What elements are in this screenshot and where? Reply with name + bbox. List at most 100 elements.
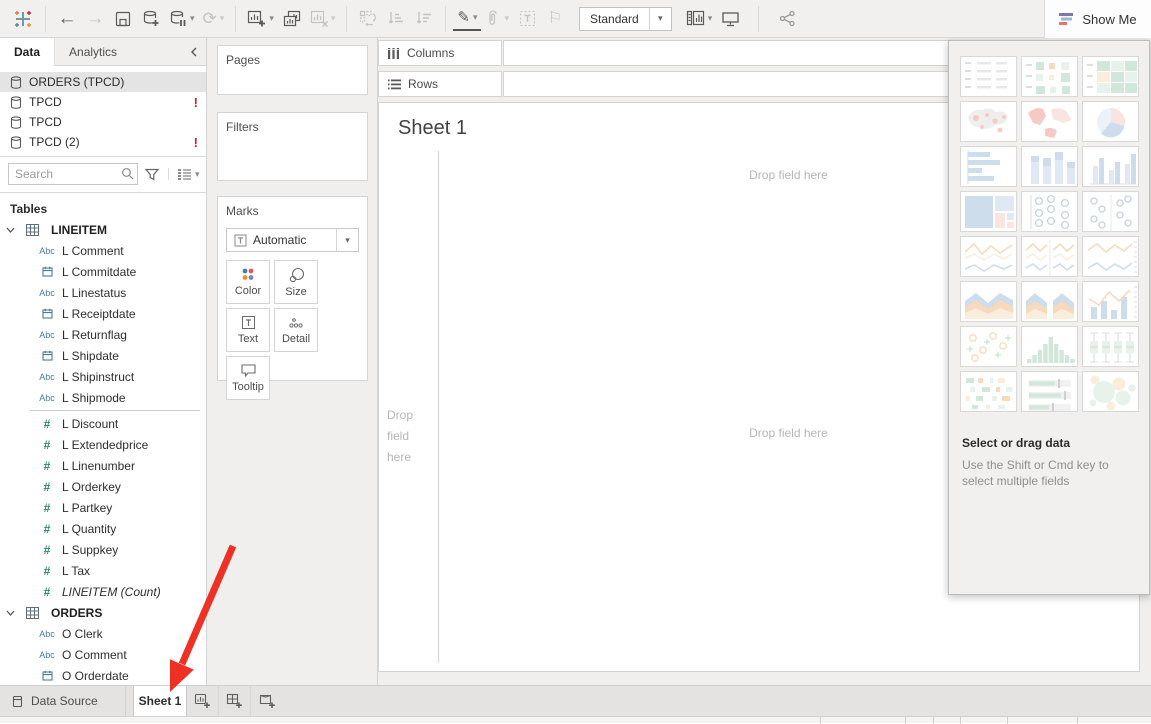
new-story-tab-button[interactable] bbox=[251, 686, 283, 716]
filters-card[interactable]: Filters bbox=[217, 112, 368, 181]
showme-heat-map-thumbnail[interactable] bbox=[1021, 56, 1078, 97]
showme-bullet-graph-thumbnail[interactable] bbox=[1021, 371, 1078, 412]
showme-horizontal-bars-thumbnail[interactable] bbox=[960, 146, 1017, 187]
showme-box-and-whisker-thumbnail[interactable] bbox=[1082, 326, 1139, 367]
field-item[interactable]: #L Tax bbox=[0, 560, 206, 581]
undo-button[interactable]: ← bbox=[53, 4, 81, 34]
size-mark-button[interactable]: Size bbox=[274, 260, 318, 304]
number-field-icon: # bbox=[44, 522, 51, 536]
drop-zone-rows[interactable]: Dropfieldhere bbox=[387, 405, 435, 468]
showme-highlight-table-thumbnail[interactable] bbox=[1082, 56, 1139, 97]
show-me-button[interactable]: Show Me bbox=[1044, 0, 1151, 38]
showme-area-discrete-thumbnail[interactable] bbox=[1021, 281, 1078, 322]
swap-rows-columns-button[interactable] bbox=[354, 4, 382, 34]
tooltip-mark-button[interactable]: Tooltip bbox=[226, 356, 270, 400]
clear-sheet-button[interactable]: ▾ bbox=[306, 4, 340, 34]
showme-area-continuous-thumbnail[interactable] bbox=[960, 281, 1017, 322]
tab-analytics[interactable]: Analytics bbox=[55, 38, 131, 65]
new-data-source-button[interactable] bbox=[137, 4, 165, 34]
marks-card: Marks Automatic ▾ ColorSizeTextDetailToo… bbox=[217, 196, 368, 381]
field-item[interactable]: AbcL Shipinstruct bbox=[0, 366, 206, 387]
sort-descending-button[interactable] bbox=[410, 4, 438, 34]
field-item[interactable]: #LINEITEM (Count) bbox=[0, 581, 206, 602]
showme-circle-views-thumbnail[interactable] bbox=[1021, 191, 1078, 232]
field-item[interactable]: AbcO Comment bbox=[0, 644, 206, 665]
field-item[interactable]: AbcL Linestatus bbox=[0, 282, 206, 303]
field-item[interactable]: AbcL Returnflag bbox=[0, 324, 206, 345]
pages-card[interactable]: Pages bbox=[217, 45, 368, 95]
marks-card-title: Marks bbox=[218, 197, 367, 218]
showme-dual-combination-thumbnail[interactable] bbox=[1082, 281, 1139, 322]
text-mark-button[interactable]: Text bbox=[226, 308, 270, 352]
detail-mark-button[interactable]: Detail bbox=[274, 308, 318, 352]
redo-button[interactable]: → bbox=[81, 4, 109, 34]
field-item[interactable]: AbcL Shipmode bbox=[0, 387, 206, 408]
presentation-mode-button[interactable] bbox=[716, 4, 744, 34]
view-options-icon[interactable]: ▾ bbox=[168, 168, 200, 180]
showme-side-by-side-bars-thumbnail[interactable] bbox=[1082, 146, 1139, 187]
showme-histogram-thumbnail[interactable] bbox=[1021, 326, 1078, 367]
new-worksheet-tab-button[interactable] bbox=[187, 686, 219, 716]
field-item[interactable]: L Shipdate bbox=[0, 345, 206, 366]
field-item[interactable]: #L Partkey bbox=[0, 497, 206, 518]
data-source-item[interactable]: ORDERS (TPCD) bbox=[0, 72, 206, 92]
toolbar-divider bbox=[758, 6, 759, 32]
showme-symbol-map-thumbnail[interactable] bbox=[960, 101, 1017, 142]
fix-axes-button[interactable]: ⚐ bbox=[541, 4, 569, 34]
field-item[interactable]: #L Discount bbox=[0, 413, 206, 434]
mark-type-caret-icon[interactable]: ▾ bbox=[336, 229, 358, 251]
show-mark-labels-button[interactable] bbox=[513, 4, 541, 34]
fit-dropdown[interactable]: Standard ▾ bbox=[579, 7, 672, 31]
show-hide-cards-button[interactable]: ▾ bbox=[682, 4, 717, 34]
share-button[interactable] bbox=[773, 4, 801, 34]
chevron-down-icon bbox=[6, 610, 15, 616]
duplicate-sheet-button[interactable] bbox=[278, 4, 306, 34]
color-mark-button[interactable]: Color bbox=[226, 260, 270, 304]
showme-lines-discrete-thumbnail[interactable] bbox=[1021, 236, 1078, 277]
mark-type-dropdown[interactable]: Automatic ▾ bbox=[226, 228, 359, 252]
new-worksheet-button[interactable]: ▾ bbox=[243, 4, 278, 34]
field-item[interactable]: O Orderdate bbox=[0, 665, 206, 685]
showme-lines-continuous-thumbnail[interactable] bbox=[960, 236, 1017, 277]
run-update-button[interactable]: ⟳ ▾ bbox=[199, 4, 229, 34]
showme-pie-chart-thumbnail[interactable] bbox=[1082, 101, 1139, 142]
data-source-item[interactable]: TPCD! bbox=[0, 92, 206, 112]
showme-side-by-side-circles-thumbnail[interactable] bbox=[1082, 191, 1139, 232]
field-item[interactable]: #L Linenumber bbox=[0, 455, 206, 476]
database-icon bbox=[10, 76, 22, 89]
showme-treemap-thumbnail[interactable] bbox=[960, 191, 1017, 232]
field-item[interactable]: #L Extendedprice bbox=[0, 434, 206, 455]
showme-dual-lines-thumbnail[interactable] bbox=[1082, 236, 1139, 277]
field-item[interactable]: L Commitdate bbox=[0, 261, 206, 282]
showme-filled-map-thumbnail[interactable] bbox=[1021, 101, 1078, 142]
data-source-item[interactable]: TPCD (2)! bbox=[0, 132, 206, 152]
tab-data[interactable]: Data bbox=[0, 38, 55, 66]
showme-gantt-thumbnail[interactable] bbox=[960, 371, 1017, 412]
search-input[interactable] bbox=[8, 163, 138, 185]
field-item[interactable]: #L Quantity bbox=[0, 518, 206, 539]
new-dashboard-tab-button[interactable] bbox=[219, 686, 251, 716]
showme-scatter-plot-thumbnail[interactable] bbox=[960, 326, 1017, 367]
fit-dropdown-caret-icon[interactable]: ▾ bbox=[649, 8, 671, 30]
showme-stacked-bars-thumbnail[interactable] bbox=[1021, 146, 1078, 187]
field-item[interactable]: AbcL Comment bbox=[0, 240, 206, 261]
field-item[interactable]: AbcO Clerk bbox=[0, 623, 206, 644]
field-item[interactable]: #L Orderkey bbox=[0, 476, 206, 497]
collapse-pane-icon[interactable] bbox=[182, 38, 206, 65]
field-item[interactable]: L Receiptdate bbox=[0, 303, 206, 324]
showme-packed-bubbles-thumbnail[interactable] bbox=[1082, 371, 1139, 412]
table-group-header[interactable]: LINEITEM bbox=[0, 219, 206, 240]
table-group-header[interactable]: ORDERS bbox=[0, 602, 206, 623]
sort-ascending-button[interactable] bbox=[382, 4, 410, 34]
data-source-tab[interactable]: Data Source bbox=[0, 686, 126, 716]
database-icon bbox=[10, 116, 22, 129]
highlight-button[interactable]: ✎ ▾ bbox=[453, 7, 481, 31]
data-source-item[interactable]: TPCD bbox=[0, 112, 206, 132]
pause-auto-updates-button[interactable]: ▾ bbox=[165, 4, 199, 34]
sheet-tab-sheet1[interactable]: Sheet 1 bbox=[133, 686, 187, 716]
field-item[interactable]: #L Suppkey bbox=[0, 539, 206, 560]
group-members-button[interactable]: ▾ bbox=[481, 4, 513, 34]
filter-fields-icon[interactable] bbox=[145, 168, 159, 181]
save-button[interactable] bbox=[109, 4, 137, 34]
showme-text-table-thumbnail[interactable] bbox=[960, 56, 1017, 97]
